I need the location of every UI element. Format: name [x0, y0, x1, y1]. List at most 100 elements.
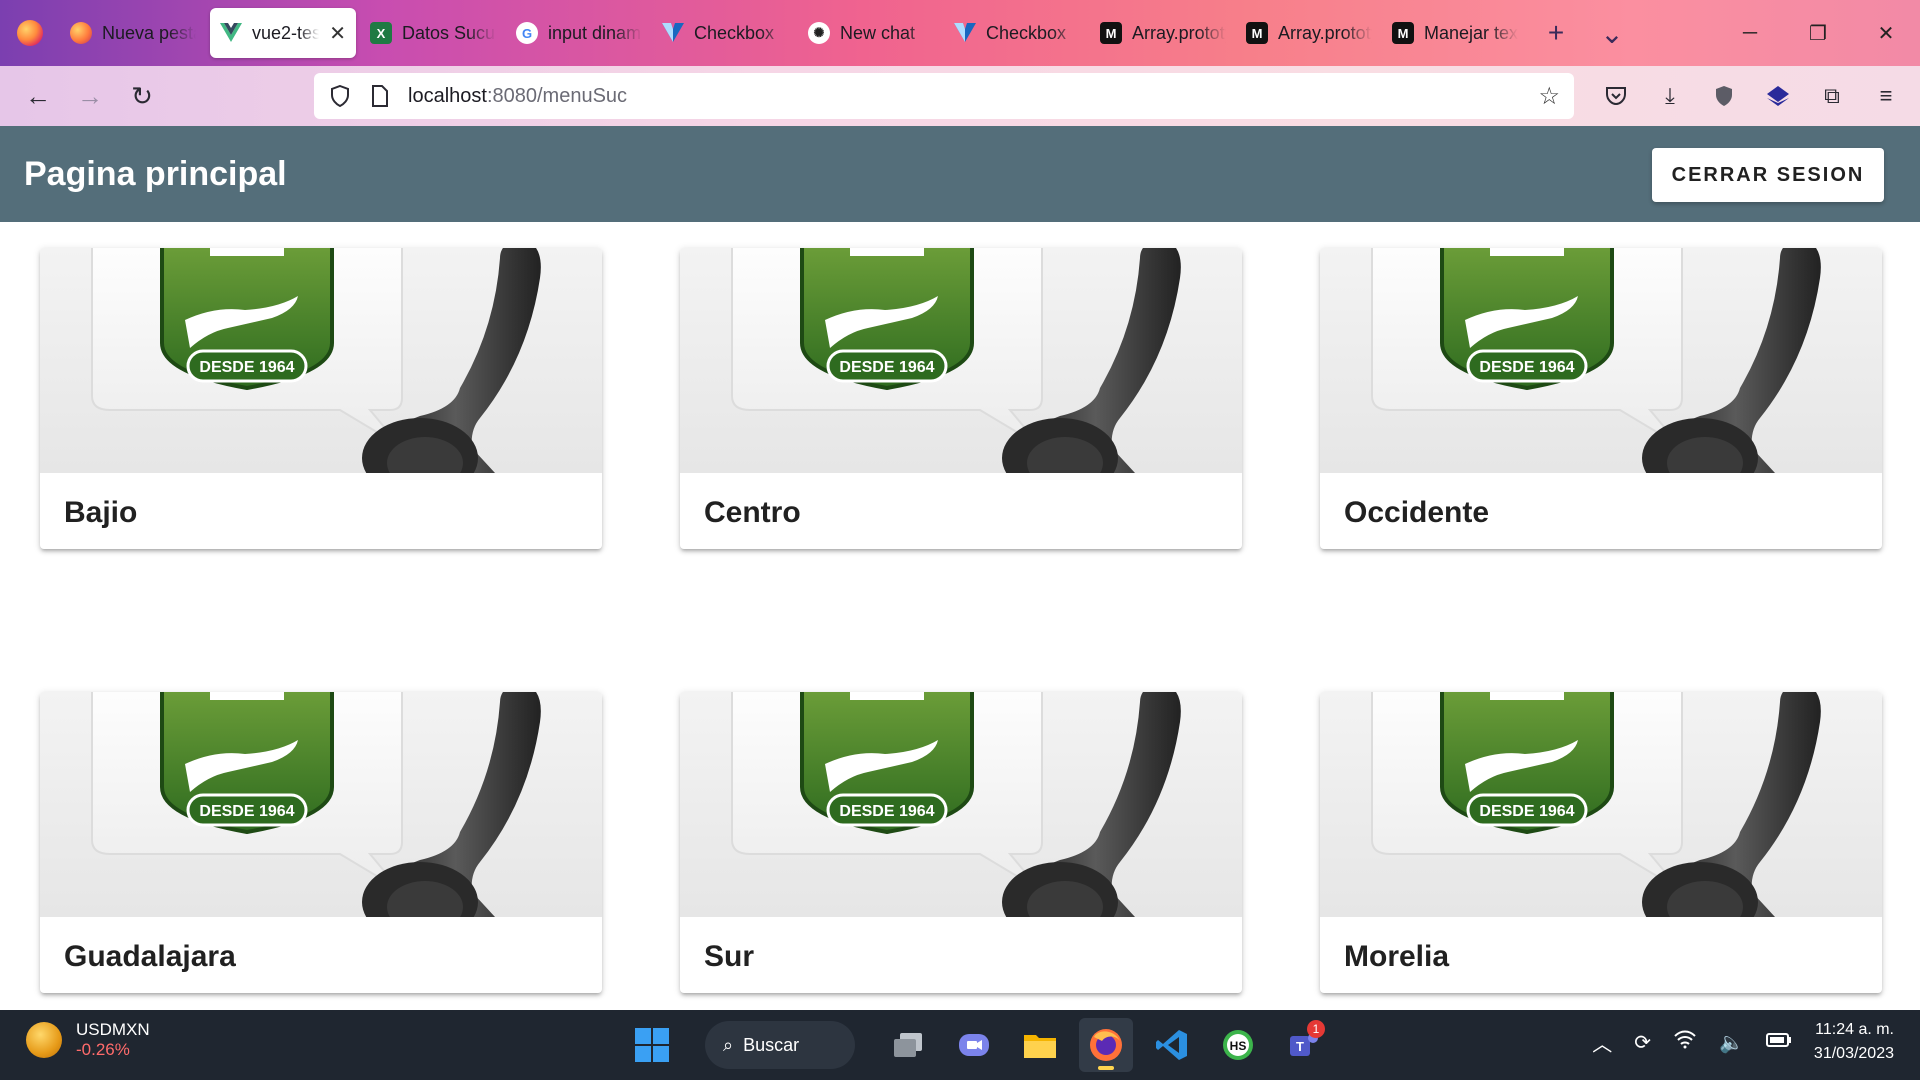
tab-label: Datos Sucursales — [402, 22, 496, 43]
hamburger-menu-icon[interactable]: ≡ — [1864, 74, 1908, 118]
sync-icon[interactable]: ⟳ — [1634, 1030, 1651, 1055]
shield-icon[interactable] — [328, 84, 352, 108]
bookmark-star-icon[interactable]: ☆ — [1538, 82, 1560, 111]
ticker-symbol: USDMXN — [76, 1020, 150, 1039]
list-tabs-chevron-down-icon[interactable]: ⌄ — [1584, 8, 1640, 58]
tab-input-dinamico[interactable]: G input dinamico — [506, 8, 652, 58]
url-bar[interactable]: localhost:8080/menuSuc ☆ — [314, 73, 1574, 119]
vuetify-icon — [662, 22, 684, 44]
ublock-icon[interactable] — [1702, 74, 1746, 118]
chat-camera-icon[interactable] — [947, 1018, 1001, 1072]
tab-label: input dinamico — [548, 22, 642, 43]
forward-arrow-icon[interactable]: → — [64, 74, 116, 118]
tab-checkbox-2[interactable]: Checkbox — [944, 8, 1090, 58]
tab-label: Checkbox — [986, 22, 1067, 43]
branch-card-grid: DESDE 1964 Bajio DESDE 1964 Centro DESDE… — [0, 222, 1920, 1010]
mdn-icon: M — [1392, 22, 1414, 44]
branch-logo-illustration: DESDE 1964 — [731, 248, 1181, 473]
tab-manejar-texto[interactable]: M Manejar texto — [1382, 8, 1528, 58]
firefox-icon — [70, 22, 92, 44]
excel-icon: X — [370, 22, 392, 44]
stock-ticker-widget[interactable]: USDMXN -0.26% — [26, 1020, 150, 1060]
chatgpt-icon: ✺ — [808, 22, 830, 44]
tab-label: Array.prototype — [1278, 22, 1372, 43]
card-image: DESDE 1964 — [40, 692, 602, 917]
battery-icon[interactable] — [1765, 1031, 1792, 1054]
svg-text:T: T — [1296, 1039, 1304, 1054]
tab-array-prototype-1[interactable]: M Array.prototype — [1090, 8, 1236, 58]
system-tray: ︿ ⟳ 🔈 11:24 a. m. 31/03/2023 — [1592, 1018, 1894, 1066]
branch-card-morelia[interactable]: DESDE 1964 Morelia — [1320, 692, 1882, 993]
tab-label: Manejar texto — [1424, 22, 1518, 43]
hs-app-icon[interactable]: HS — [1211, 1018, 1265, 1072]
branch-card-centro[interactable]: DESDE 1964 Centro — [680, 248, 1242, 549]
pocket-icon[interactable] — [1594, 74, 1638, 118]
card-image: DESDE 1964 — [40, 248, 602, 473]
tab-label: Nueva pestaña — [102, 22, 196, 43]
firefox-taskbar-icon[interactable] — [1079, 1018, 1133, 1072]
search-label: Buscar — [743, 1034, 800, 1055]
back-arrow-icon[interactable]: ← — [12, 74, 64, 118]
windows-start-icon[interactable] — [625, 1018, 679, 1072]
branch-logo-illustration: DESDE 1964 — [1371, 248, 1821, 473]
extension-layers-icon[interactable] — [1756, 74, 1800, 118]
branch-logo-illustration: DESDE 1964 — [1371, 692, 1821, 917]
tab-array-prototype-2[interactable]: M Array.prototype — [1236, 8, 1382, 58]
card-title: Guadalajara — [64, 940, 236, 973]
clock-time: 11:24 a. m. — [1815, 1021, 1894, 1038]
logo-badge-text: DESDE 1964 — [1479, 359, 1574, 376]
branch-card-bajio[interactable]: DESDE 1964 Bajio — [40, 248, 602, 549]
close-window-icon[interactable]: ✕ — [1852, 0, 1920, 66]
browser-tab-strip: Nueva pestaña vue2-test ✕ X Datos Sucurs… — [0, 0, 1920, 66]
new-tab-plus-icon[interactable]: + — [1528, 8, 1584, 58]
tray-overflow-chevron-up-icon[interactable]: ︿ — [1592, 1028, 1612, 1057]
tab-new-chat[interactable]: ✺ New chat — [798, 8, 944, 58]
clock[interactable]: 11:24 a. m. 31/03/2023 — [1814, 1018, 1894, 1066]
restore-icon[interactable]: ❐ — [1784, 0, 1852, 66]
vue-icon — [220, 22, 242, 44]
windows-taskbar: USDMXN -0.26% ⌕ Buscar HS T 1 ︿ ⟳ 🔈 11:2… — [0, 1010, 1920, 1080]
logo-badge-text: DESDE 1964 — [839, 803, 934, 820]
branch-card-occidente[interactable]: DESDE 1964 Occidente — [1320, 248, 1882, 549]
app-bar: Pagina principal CERRAR SESION — [0, 126, 1920, 222]
branch-card-sur[interactable]: DESDE 1964 Sur — [680, 692, 1242, 993]
vscode-icon[interactable] — [1145, 1018, 1199, 1072]
taskbar-search-button[interactable]: ⌕ Buscar — [705, 1021, 855, 1069]
coins-icon — [26, 1022, 62, 1058]
google-icon: G — [516, 22, 538, 44]
url-text: localhost:8080/menuSuc — [408, 85, 627, 108]
task-view-icon[interactable] — [881, 1018, 935, 1072]
download-icon[interactable]: ⤓ — [1648, 74, 1692, 118]
card-title: Centro — [704, 496, 801, 529]
card-title: Morelia — [1344, 940, 1450, 973]
branch-card-guadalajara[interactable]: DESDE 1964 Guadalajara — [40, 692, 602, 993]
notification-badge: 1 — [1307, 1020, 1325, 1038]
svg-text:HS: HS — [1230, 1039, 1247, 1053]
close-tab-icon[interactable]: ✕ — [329, 21, 346, 46]
tab-datos-sucursales[interactable]: X Datos Sucursales — [360, 8, 506, 58]
ticker-change: -0.26% — [76, 1040, 130, 1059]
mdn-icon: M — [1246, 22, 1268, 44]
reload-icon[interactable]: ↻ — [116, 74, 168, 118]
tab-nueva-pestana[interactable]: Nueva pestaña — [60, 8, 206, 58]
mdn-icon: M — [1100, 22, 1122, 44]
card-image: DESDE 1964 — [680, 248, 1242, 473]
page-icon[interactable] — [368, 84, 392, 108]
page-title: Pagina principal — [24, 154, 287, 193]
window-controls: ─ ❐ ✕ — [1716, 0, 1920, 66]
logout-button[interactable]: CERRAR SESION — [1652, 148, 1884, 202]
tab-label: vue2-test — [252, 22, 320, 43]
tab-label: New chat — [840, 22, 916, 43]
tab-label: Checkbox — [694, 22, 775, 43]
browser-nav-bar: ← → ↻ localhost:8080/menuSuc ☆ ⤓ ⧉ ≡ — [0, 66, 1920, 126]
teams-icon[interactable]: T 1 — [1277, 1018, 1331, 1072]
firefox-view-icon[interactable] — [0, 0, 60, 66]
tab-checkbox-1[interactable]: Checkbox — [652, 8, 798, 58]
file-explorer-icon[interactable] — [1013, 1018, 1067, 1072]
volume-icon[interactable]: 🔈 — [1719, 1030, 1744, 1055]
minimize-icon[interactable]: ─ — [1716, 0, 1784, 66]
wifi-icon[interactable] — [1673, 1029, 1697, 1055]
tab-vue2-test[interactable]: vue2-test ✕ — [210, 8, 356, 58]
card-image: DESDE 1964 — [1320, 692, 1882, 917]
extensions-puzzle-icon[interactable]: ⧉ — [1810, 74, 1854, 118]
